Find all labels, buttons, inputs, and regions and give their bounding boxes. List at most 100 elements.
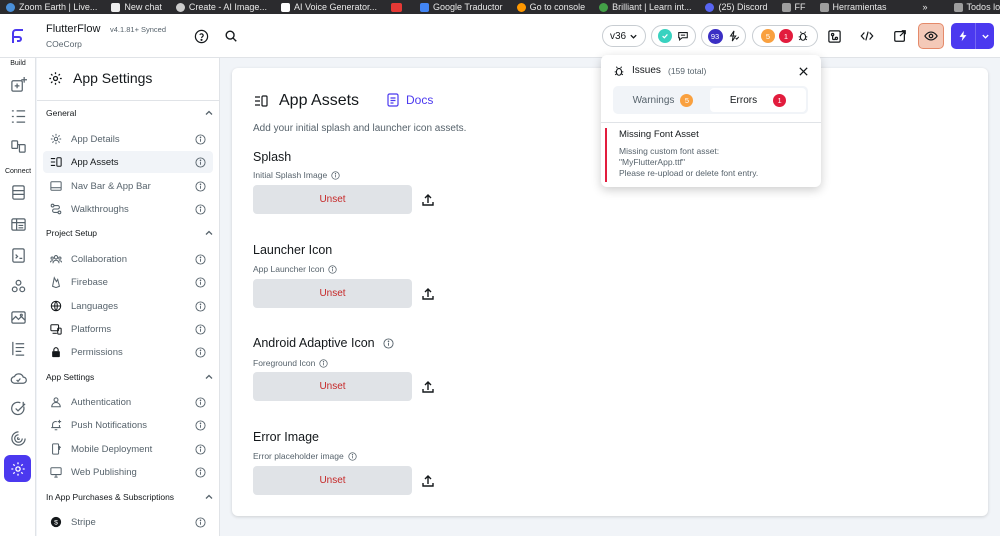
integrations-icon[interactable] bbox=[8, 276, 28, 296]
nav-item-push-notifications[interactable]: Push Notifications bbox=[43, 414, 213, 436]
help-icon[interactable] bbox=[194, 29, 209, 44]
test-mode-pill[interactable]: 93 bbox=[701, 25, 746, 47]
info-icon[interactable] bbox=[195, 346, 206, 358]
run-button[interactable] bbox=[951, 23, 994, 49]
launcher-sub-text: App Launcher Icon bbox=[253, 264, 325, 274]
error-image-unset-button[interactable]: Unset bbox=[253, 466, 412, 495]
tests-icon[interactable] bbox=[8, 398, 28, 418]
bookmark-folder-herramientas[interactable]: Herramientas bbox=[819, 2, 887, 12]
bookmarks-more-button[interactable]: » bbox=[923, 2, 928, 12]
info-icon[interactable] bbox=[195, 516, 206, 528]
branch-icon[interactable] bbox=[822, 27, 846, 45]
issues-pill[interactable]: 5 1 bbox=[752, 25, 818, 47]
bookmark-zoom-earth[interactable]: Zoom Earth | Live... bbox=[6, 2, 97, 12]
theme-settings-icon[interactable] bbox=[8, 428, 28, 448]
nav-bar-icon bbox=[49, 179, 63, 193]
tab-warnings-count: 5 bbox=[680, 93, 694, 107]
api-calls-icon[interactable] bbox=[8, 245, 28, 265]
data-schema-icon[interactable] bbox=[8, 214, 28, 234]
upload-icon[interactable] bbox=[421, 193, 435, 207]
info-icon[interactable] bbox=[195, 156, 206, 168]
tab-warnings[interactable]: Warnings 5 bbox=[615, 88, 711, 112]
launcher-unset-button[interactable]: Unset bbox=[253, 279, 412, 308]
bookmark-youtube[interactable] bbox=[391, 2, 406, 12]
info-icon[interactable] bbox=[195, 180, 206, 192]
nav-item-stripe[interactable]: $ Stripe bbox=[43, 511, 213, 533]
docs-link[interactable]: Docs bbox=[386, 93, 433, 107]
section-project-setup[interactable]: Project Setup bbox=[46, 228, 214, 238]
info-icon[interactable] bbox=[195, 443, 206, 455]
notification-add-icon bbox=[49, 418, 63, 432]
bookmark-discord[interactable]: (25) Discord bbox=[705, 2, 768, 12]
issues-total: (159 total) bbox=[668, 66, 707, 76]
bookmark-create-ai-image[interactable]: Create - AI Image... bbox=[175, 2, 267, 12]
tab-errors[interactable]: Errors 1 bbox=[710, 88, 806, 112]
info-icon[interactable] bbox=[383, 337, 394, 349]
nav-item-collaboration[interactable]: Collaboration bbox=[43, 248, 213, 270]
upload-icon[interactable] bbox=[421, 287, 435, 301]
widget-tree-icon[interactable] bbox=[8, 106, 28, 126]
nav-item-platforms[interactable]: Platforms bbox=[43, 318, 213, 340]
bookmark-go-to-console[interactable]: Go to console bbox=[516, 2, 585, 12]
info-icon[interactable] bbox=[195, 203, 206, 215]
info-icon[interactable] bbox=[319, 358, 328, 368]
version-select[interactable]: v36 bbox=[602, 25, 646, 47]
storyboard-icon[interactable] bbox=[8, 136, 28, 156]
open-in-new-icon[interactable] bbox=[888, 27, 912, 45]
flutterflow-logo-icon[interactable] bbox=[8, 26, 28, 46]
upload-icon[interactable] bbox=[421, 380, 435, 394]
section-in-app-purchases[interactable]: In App Purchases & Subscriptions bbox=[46, 492, 214, 502]
preview-eye-button[interactable] bbox=[918, 23, 944, 49]
chevron-down-icon[interactable] bbox=[976, 23, 994, 49]
nav-item-authentication[interactable]: Authentication bbox=[43, 391, 213, 413]
cloud-functions-icon[interactable] bbox=[8, 368, 28, 388]
nav-item-app-details[interactable]: App Details bbox=[43, 128, 213, 150]
custom-code-icon[interactable] bbox=[8, 338, 28, 358]
nav-item-app-assets[interactable]: App Assets bbox=[43, 151, 213, 173]
svg-text:$: $ bbox=[54, 520, 58, 527]
info-icon[interactable] bbox=[195, 466, 206, 478]
error-item[interactable]: Missing Font Asset Missing custom font a… bbox=[605, 128, 813, 182]
info-icon[interactable] bbox=[195, 419, 206, 431]
bookmark-all-favorites[interactable]: Todos los favoritos bbox=[953, 2, 1000, 12]
error-image-sub-label: Error placeholder image bbox=[253, 451, 357, 461]
adaptive-unset-button[interactable]: Unset bbox=[253, 372, 412, 401]
upload-icon[interactable] bbox=[421, 474, 435, 488]
section-general[interactable]: General bbox=[46, 108, 214, 118]
info-icon[interactable] bbox=[195, 133, 206, 145]
assets-icon bbox=[49, 155, 63, 169]
code-icon[interactable] bbox=[855, 27, 879, 45]
nav-item-firebase[interactable]: Firebase bbox=[43, 271, 213, 293]
section-label: In App Purchases & Subscriptions bbox=[46, 492, 175, 502]
search-icon[interactable] bbox=[224, 29, 238, 43]
nav-item-walkthroughs[interactable]: Walkthroughs bbox=[43, 198, 213, 220]
bookmark-google-translate[interactable]: Google Traductor bbox=[420, 2, 503, 12]
close-icon[interactable] bbox=[797, 65, 809, 77]
app-settings-gear-icon[interactable] bbox=[4, 455, 31, 482]
info-icon[interactable] bbox=[195, 253, 206, 265]
info-icon[interactable] bbox=[195, 323, 206, 335]
info-icon[interactable] bbox=[331, 170, 340, 180]
info-icon[interactable] bbox=[348, 451, 357, 461]
add-widget-icon[interactable] bbox=[8, 74, 28, 94]
project-name[interactable]: COeCorp bbox=[46, 39, 82, 49]
nav-item-nav-bar-app-bar[interactable]: Nav Bar & App Bar bbox=[43, 175, 213, 197]
bookmark-new-chat[interactable]: New chat bbox=[111, 2, 162, 12]
nav-item-permissions[interactable]: Permissions bbox=[43, 341, 213, 363]
nav-item-web-publishing[interactable]: Web Publishing bbox=[43, 461, 213, 483]
status-pill[interactable] bbox=[651, 25, 696, 47]
info-icon[interactable] bbox=[328, 264, 337, 274]
info-icon[interactable] bbox=[195, 300, 206, 312]
info-icon[interactable] bbox=[195, 276, 206, 288]
bookmark-brilliant[interactable]: Brilliant | Learn int... bbox=[599, 2, 691, 12]
info-icon[interactable] bbox=[195, 396, 206, 408]
bookmark-folder-ff[interactable]: FF bbox=[781, 2, 806, 12]
section-app-settings[interactable]: App Settings bbox=[46, 372, 214, 382]
chevron-up-icon bbox=[204, 228, 214, 238]
nav-item-mobile-deployment[interactable]: Mobile Deployment bbox=[43, 438, 213, 460]
splash-unset-button[interactable]: Unset bbox=[253, 185, 412, 214]
media-assets-icon[interactable] bbox=[8, 307, 28, 327]
nav-item-languages[interactable]: Languages bbox=[43, 295, 213, 317]
firestore-icon[interactable] bbox=[8, 182, 28, 202]
bookmark-ai-voice[interactable]: AI Voice Generator... bbox=[280, 2, 377, 12]
